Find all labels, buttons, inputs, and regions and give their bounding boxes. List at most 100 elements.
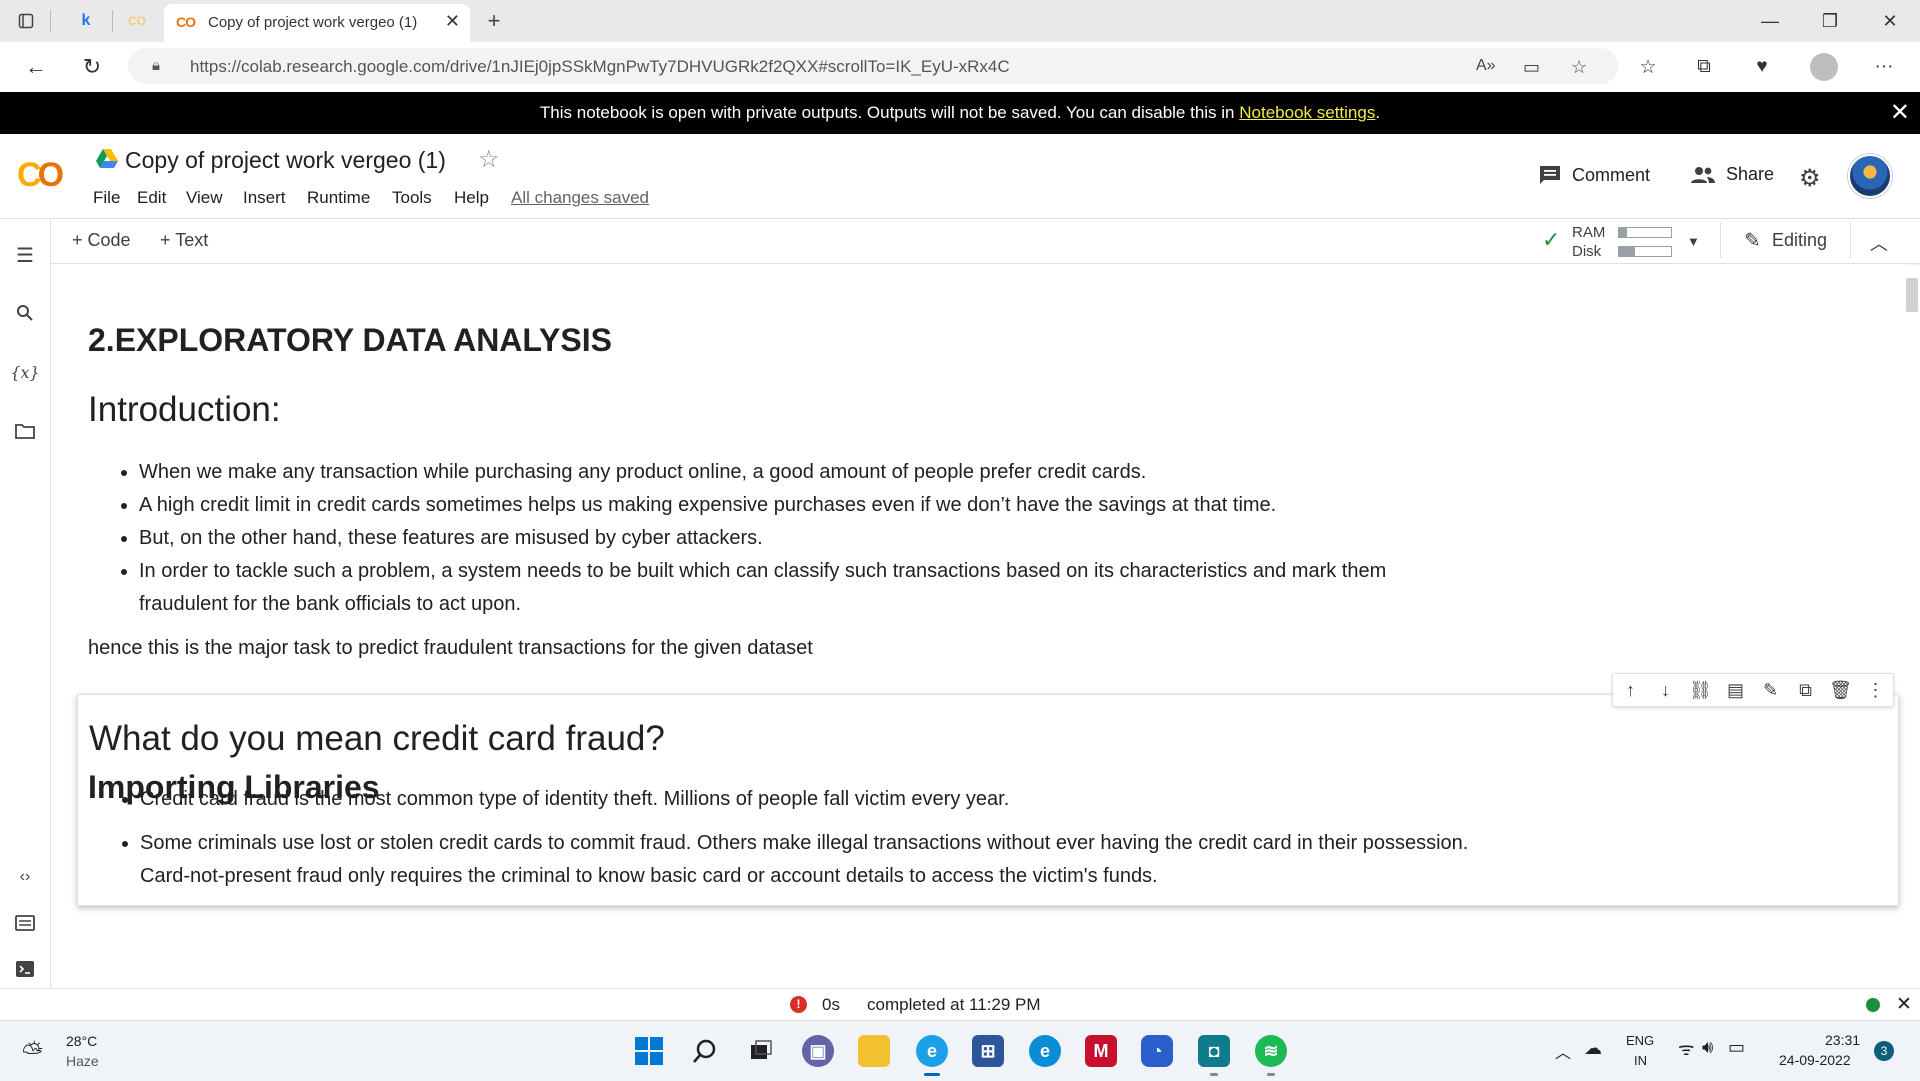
language-bottom: IN bbox=[1634, 1053, 1647, 1068]
code-snippets-icon[interactable]: ‹› bbox=[11, 863, 39, 891]
browser-essentials-icon[interactable]: ♥ bbox=[1746, 51, 1778, 83]
notebook-toolbar: + Code + Text ✓ RAM Disk ▼ ✎ Editing ︿ bbox=[50, 219, 1920, 264]
add-favorite-icon[interactable]: ☆ bbox=[1571, 57, 1587, 78]
banner-suffix: . bbox=[1375, 103, 1381, 122]
files-folder-icon[interactable] bbox=[11, 417, 39, 445]
new-tab-icon[interactable]: + bbox=[482, 8, 506, 33]
share-button[interactable]: Share bbox=[1690, 164, 1774, 185]
avatar[interactable] bbox=[1848, 154, 1892, 198]
edge-browser-icon[interactable]: e bbox=[916, 1035, 948, 1067]
collapse-header-icon[interactable]: ︿ bbox=[1870, 230, 1888, 256]
star-icon[interactable]: ☆ bbox=[478, 145, 500, 174]
notebook-content: 2.EXPLORATORY DATA ANALYSIS Introduction… bbox=[51, 264, 1906, 988]
save-status-link[interactable]: All changes saved bbox=[511, 188, 649, 208]
variables-icon[interactable]: {x} bbox=[10, 358, 39, 386]
weather-temp[interactable]: 28°C bbox=[66, 1033, 97, 1049]
resources-dropdown-icon[interactable]: ▼ bbox=[1687, 234, 1700, 249]
file-explorer-icon[interactable] bbox=[858, 1035, 890, 1067]
editing-mode-button[interactable]: Editing bbox=[1772, 230, 1827, 251]
banner-text: This notebook is open with private outpu… bbox=[539, 103, 1240, 122]
taskbar-search-icon[interactable] bbox=[689, 1035, 721, 1067]
intro-conclusion: hence this is the major task to predict … bbox=[88, 637, 813, 659]
delete-icon[interactable]: 🗑︎ bbox=[1828, 680, 1854, 701]
url-text: https://colab.research.google.com/drive/… bbox=[190, 57, 1010, 76]
teams-chat-icon[interactable]: ▣ bbox=[802, 1035, 834, 1067]
menu-insert[interactable]: Insert bbox=[243, 188, 286, 208]
menu-tools[interactable]: Tools bbox=[392, 188, 432, 208]
read-aloud-icon[interactable]: A» bbox=[1476, 57, 1496, 75]
task-view-icon[interactable] bbox=[745, 1035, 777, 1067]
window-close-icon[interactable]: ✕ bbox=[1860, 6, 1920, 36]
weather-desc: Haze bbox=[66, 1053, 99, 1069]
microsoft-store-icon[interactable]: ⊞ bbox=[972, 1035, 1004, 1067]
notebook-settings-link[interactable]: Notebook settings bbox=[1239, 103, 1375, 122]
table-of-contents-icon[interactable]: ☰ bbox=[11, 241, 39, 269]
pinned-tab-k-icon[interactable]: k bbox=[74, 9, 98, 33]
comment-icon[interactable]: ▤ bbox=[1723, 680, 1749, 701]
menu-view[interactable]: View bbox=[186, 188, 223, 208]
menu-runtime[interactable]: Runtime bbox=[307, 188, 370, 208]
comment-icon bbox=[1540, 166, 1560, 184]
edge-dev-icon[interactable]: e bbox=[1029, 1035, 1061, 1067]
collections-icon[interactable]: ⧉ bbox=[1688, 51, 1720, 83]
tab-actions-icon[interactable] bbox=[14, 9, 38, 33]
profile-icon[interactable] bbox=[1808, 51, 1840, 83]
running-app-indicator bbox=[1210, 1073, 1218, 1076]
toolbar-divider bbox=[1720, 222, 1721, 258]
show-hidden-icons-icon[interactable]: ︿ bbox=[1555, 1039, 1571, 1063]
menu-help[interactable]: Help bbox=[454, 188, 489, 208]
wifi-icon[interactable]: ᯤ bbox=[1678, 1037, 1694, 1061]
spotify-icon[interactable]: ≋ bbox=[1255, 1035, 1287, 1067]
clock-time[interactable]: 23:31 bbox=[1825, 1032, 1860, 1048]
menu-edit[interactable]: Edit bbox=[137, 188, 166, 208]
pinned-tab-colab-icon[interactable]: CO bbox=[125, 9, 149, 33]
settings-gear-icon[interactable]: ⚙ bbox=[1799, 164, 1821, 193]
more-vert-icon[interactable]: ⋮ bbox=[1863, 680, 1889, 701]
add-code-button[interactable]: + Code bbox=[72, 230, 131, 251]
windows-start-icon[interactable] bbox=[633, 1035, 665, 1067]
add-text-button[interactable]: + Text bbox=[160, 230, 208, 251]
terminal-icon[interactable] bbox=[11, 955, 39, 983]
volume-icon[interactable]: 🔊︎ bbox=[1702, 1037, 1713, 1058]
tab-separator bbox=[50, 10, 51, 32]
clock-date: 24-09-2022 bbox=[1779, 1052, 1851, 1068]
mirror-cell-icon[interactable]: ⧉ bbox=[1793, 680, 1819, 701]
link-icon[interactable]: ⛓ bbox=[1688, 680, 1714, 701]
refresh-icon[interactable]: ↻ bbox=[76, 51, 108, 83]
comment-button[interactable]: Comment bbox=[1538, 164, 1650, 186]
move-down-icon[interactable]: ↓ bbox=[1653, 680, 1679, 701]
more-options-icon[interactable]: ··· bbox=[1868, 51, 1900, 83]
favorites-icon[interactable]: ☆ bbox=[1632, 51, 1664, 83]
error-status-icon[interactable]: ! bbox=[790, 996, 807, 1013]
tab-active[interactable]: CO Copy of project work vergeo (1) ✕ bbox=[164, 4, 470, 42]
search-icon[interactable] bbox=[11, 299, 39, 327]
mcafee-icon[interactable]: M bbox=[1085, 1035, 1117, 1067]
execution-completed[interactable]: completed at 11:29 PM bbox=[867, 995, 1041, 1015]
notification-badge[interactable]: 3 bbox=[1874, 1041, 1894, 1061]
immersive-reader-icon[interactable]: ▭ bbox=[1523, 57, 1540, 78]
tab-close-icon[interactable]: ✕ bbox=[445, 11, 460, 32]
colab-logo-icon[interactable]: CO bbox=[17, 156, 64, 195]
quick-assist-icon[interactable]: ◔ bbox=[1141, 1035, 1173, 1067]
address-bar[interactable]: 🔒︎ https://colab.research.google.com/dri… bbox=[128, 48, 1618, 84]
command-palette-icon[interactable] bbox=[11, 909, 39, 937]
battery-icon[interactable]: ▭ bbox=[1728, 1037, 1745, 1058]
edit-pencil-icon[interactable]: ✎ bbox=[1758, 680, 1784, 701]
back-icon[interactable]: ← bbox=[20, 51, 52, 83]
menu-file[interactable]: File bbox=[93, 188, 120, 208]
banner-close-icon[interactable]: ✕ bbox=[1890, 98, 1910, 127]
weather-haze-icon[interactable]: ⛅︎ bbox=[22, 1037, 43, 1069]
restore-icon[interactable]: ❐ bbox=[1800, 6, 1860, 36]
move-up-icon[interactable]: ↑ bbox=[1618, 680, 1644, 701]
scrollbar[interactable] bbox=[1906, 278, 1918, 312]
resource-labels[interactable]: RAM Disk bbox=[1572, 223, 1605, 261]
statusbar-close-icon[interactable]: ✕ bbox=[1896, 993, 1912, 1016]
cloud-onedrive-icon[interactable]: ☁ bbox=[1584, 1038, 1602, 1059]
list-item: In order to tackle such a problem, a sys… bbox=[139, 555, 1469, 621]
minimize-icon[interactable]: — bbox=[1740, 6, 1800, 36]
language-top[interactable]: ENG bbox=[1626, 1033, 1654, 1048]
app-square-icon[interactable]: ◘ bbox=[1198, 1035, 1230, 1067]
ram-meter bbox=[1618, 227, 1672, 238]
disk-meter bbox=[1618, 246, 1672, 257]
notebook-title[interactable]: Copy of project work vergeo (1) bbox=[125, 147, 446, 174]
